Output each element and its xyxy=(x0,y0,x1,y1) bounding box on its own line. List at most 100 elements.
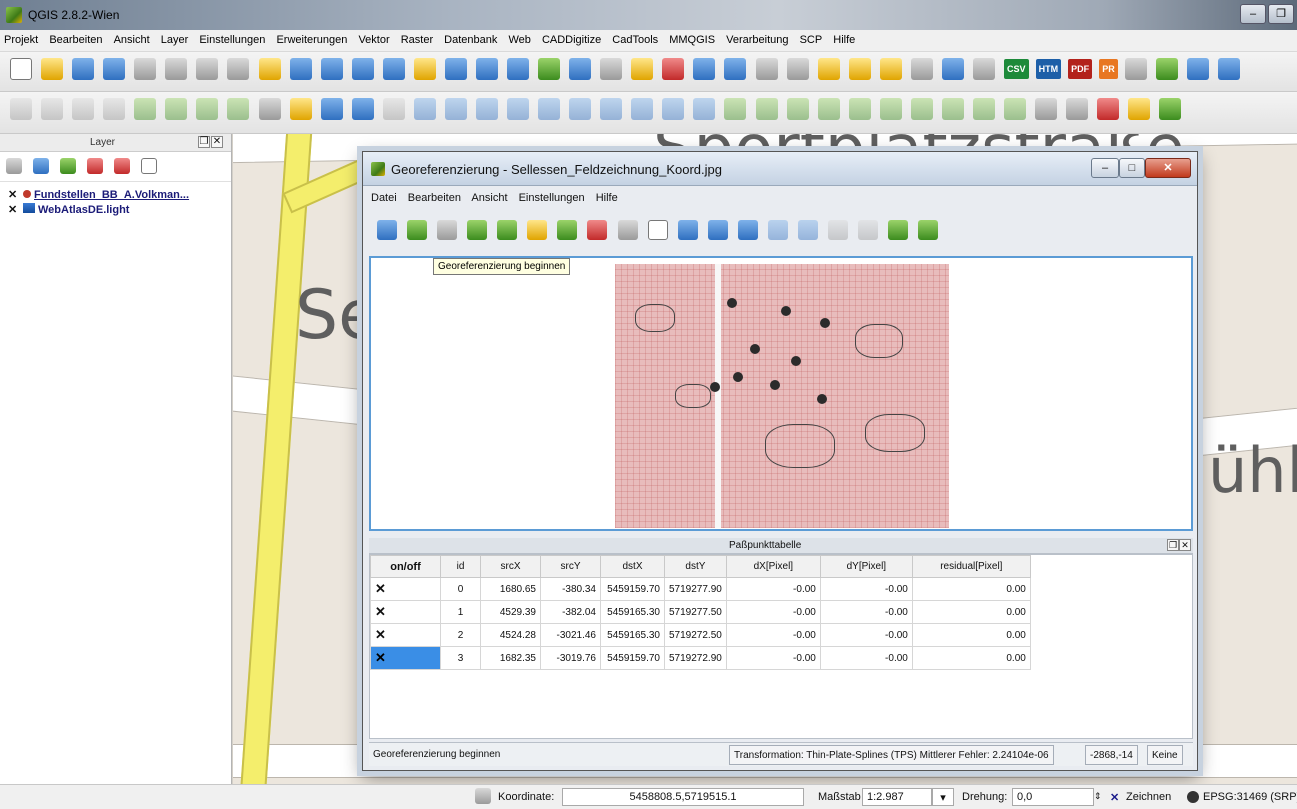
minimize-button[interactable]: – xyxy=(1240,4,1266,24)
digitize-icon-3[interactable] xyxy=(72,98,95,120)
save-as-icon[interactable] xyxy=(103,58,126,80)
style-icon[interactable] xyxy=(289,98,312,120)
open-project-icon[interactable] xyxy=(41,58,64,80)
remove-layer-icon[interactable] xyxy=(141,158,158,174)
filter-icon[interactable] xyxy=(60,158,77,174)
close-panel-icon[interactable]: ✕ xyxy=(211,136,223,148)
select-features-icon[interactable] xyxy=(631,58,654,80)
scp-icon[interactable] xyxy=(1159,98,1182,120)
menu-caddigitize[interactable]: CADDigitize xyxy=(538,30,605,46)
menu-hilfe[interactable]: Hilfe xyxy=(829,30,859,46)
cadtools-icon-5[interactable] xyxy=(848,98,871,120)
col-id[interactable]: id xyxy=(440,555,481,578)
digitize-icon-2[interactable] xyxy=(41,98,64,120)
menu-web[interactable]: Web xyxy=(504,30,534,46)
crs-info[interactable]: Keine xyxy=(1147,745,1183,765)
georeferencer-canvas[interactable] xyxy=(369,256,1193,531)
html-icon[interactable]: HTM xyxy=(1035,59,1062,79)
col-dstx[interactable]: dstX xyxy=(600,555,665,578)
crs-icon[interactable] xyxy=(1187,791,1199,803)
save-gcp-icon[interactable] xyxy=(497,220,518,240)
new-project-icon[interactable] xyxy=(10,58,32,80)
digitize-icon-4[interactable] xyxy=(103,98,126,120)
zoom-out-icon[interactable] xyxy=(707,220,728,240)
visible-check-icon[interactable]: ✕ xyxy=(8,188,20,201)
zoom-scale-icon[interactable] xyxy=(351,58,374,80)
col-dsty[interactable]: dstY xyxy=(664,555,727,578)
add-raster-icon[interactable] xyxy=(1186,58,1209,80)
open-raster-icon[interactable] xyxy=(377,220,397,240)
field-calculator-icon[interactable] xyxy=(693,58,716,80)
map-tips-icon[interactable] xyxy=(817,58,840,80)
cadtools-icon-10[interactable] xyxy=(1004,98,1026,120)
label-tool-icon[interactable] xyxy=(1128,98,1151,120)
start-georeferencing-icon[interactable] xyxy=(407,220,428,240)
new-vector-icon[interactable] xyxy=(1155,58,1178,80)
zoom-next-icon[interactable] xyxy=(797,220,818,240)
transformation-settings-icon[interactable] xyxy=(527,220,548,240)
float-panel-icon[interactable]: ❐ xyxy=(1167,539,1179,551)
composer-manager-icon[interactable] xyxy=(165,58,188,80)
blank-plugin-icon[interactable] xyxy=(1124,58,1147,80)
onoff-checkbox[interactable]: ✕ xyxy=(370,600,441,624)
menu-datei[interactable]: Datei xyxy=(371,192,397,204)
table-row[interactable]: ✕ 1 4529.39 -382.04 5459165.30 5719277.5… xyxy=(370,600,1031,624)
pdf-icon[interactable]: PDF xyxy=(1068,59,1093,79)
cad-icon-9[interactable] xyxy=(662,98,685,120)
rotation-field[interactable]: 0,0 xyxy=(1012,788,1094,806)
menu-cadtools[interactable]: CadTools xyxy=(608,30,662,46)
cadtools-icon-9[interactable] xyxy=(972,98,995,120)
cadtools-icon-7[interactable] xyxy=(910,98,933,120)
delete-point-icon[interactable] xyxy=(587,220,608,240)
cad-icon-4[interactable] xyxy=(507,98,529,120)
menu-layer[interactable]: Layer xyxy=(157,30,193,46)
cad-icon-3[interactable] xyxy=(475,98,498,120)
cadtools-icon-3[interactable] xyxy=(786,98,809,120)
pan-icon[interactable] xyxy=(647,220,668,240)
link-qgis-icon[interactable] xyxy=(858,220,878,240)
link-georef-icon[interactable] xyxy=(827,220,848,240)
onoff-checkbox[interactable]: ✕ xyxy=(370,577,441,601)
zoom-last-icon[interactable] xyxy=(475,58,498,80)
menu-hilfe[interactable]: Hilfe xyxy=(596,192,618,204)
menu-vektor[interactable]: Vektor xyxy=(354,30,393,46)
cadtools-icon-1[interactable] xyxy=(724,98,747,120)
cad-icon-10[interactable] xyxy=(693,98,716,120)
table-row[interactable]: ✕ 0 1680.65 -380.34 5459159.70 5719277.9… xyxy=(370,577,1031,601)
full-histogram-icon[interactable] xyxy=(888,220,909,240)
digitize-icon-6[interactable] xyxy=(165,98,188,120)
cad-icon-5[interactable] xyxy=(538,98,561,120)
cad-icon-2[interactable] xyxy=(444,98,467,120)
visibility-icon[interactable] xyxy=(6,158,22,174)
generate-gdal-script-icon[interactable] xyxy=(437,220,458,240)
layer-item-fundstellen[interactable]: ✕ Fundstellen_BB_A.Volkman... xyxy=(0,188,231,203)
add-postgis-icon[interactable] xyxy=(1217,58,1240,80)
menu-bearbeiten[interactable]: Bearbeiten xyxy=(408,192,461,204)
new-bookmark-icon[interactable] xyxy=(848,58,871,80)
col-srcx[interactable]: srcX xyxy=(480,555,541,578)
save-project-icon[interactable] xyxy=(72,58,95,80)
zoom-layer-icon[interactable] xyxy=(444,58,467,80)
digitize-icon-7[interactable] xyxy=(196,98,219,120)
sum-icon[interactable] xyxy=(351,98,374,120)
expand-icon[interactable] xyxy=(87,158,104,174)
menu-mmqgis[interactable]: MMQGIS xyxy=(665,30,719,46)
menu-ansicht[interactable]: Ansicht xyxy=(471,192,507,204)
menu-einstellungen[interactable]: Einstellungen xyxy=(519,192,585,204)
more-tools-icon[interactable] xyxy=(1035,98,1058,120)
cad-icon-7[interactable] xyxy=(600,98,623,120)
cadtools-icon-4[interactable] xyxy=(817,98,840,120)
menu-projekt[interactable]: Projekt xyxy=(0,30,42,46)
onoff-checkbox[interactable]: ✕ xyxy=(370,623,441,647)
menu-verarbeitung[interactable]: Verarbeitung xyxy=(722,30,792,46)
scale-dropdown-icon[interactable]: ▾ xyxy=(932,788,954,806)
rotation-spinner-icon[interactable]: ⇕ xyxy=(1094,791,1102,802)
minimize-button[interactable]: – xyxy=(1091,158,1119,178)
digitize-icon-5[interactable] xyxy=(134,98,157,120)
table-row-selected[interactable]: ✕ 3 1682.35 -3019.76 5459159.70 5719272.… xyxy=(370,646,1031,670)
measure-icon[interactable] xyxy=(786,58,809,80)
restore-button[interactable]: ❐ xyxy=(1268,4,1294,24)
zoom-selection-icon[interactable] xyxy=(413,58,436,80)
attribute-table-icon[interactable] xyxy=(724,58,747,80)
cad-icon-1[interactable] xyxy=(413,98,436,120)
